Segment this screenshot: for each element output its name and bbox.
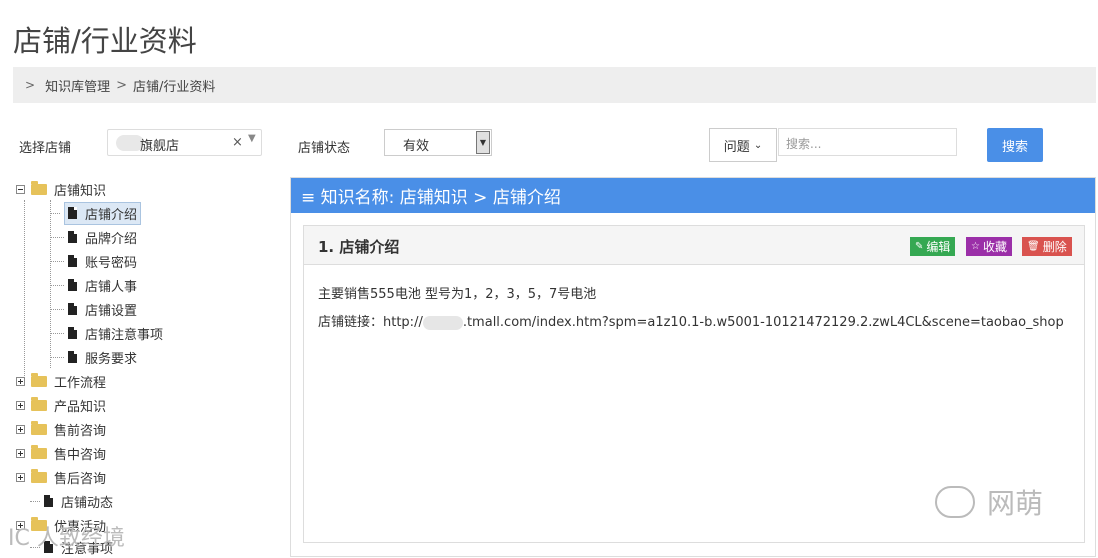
folder-icon — [31, 420, 47, 435]
chevron-down-icon[interactable]: ▼ — [248, 133, 256, 144]
tree-label: 账号密码 — [85, 255, 138, 271]
document-icon — [68, 207, 77, 219]
expand-icon[interactable] — [16, 400, 25, 410]
search-type-value: 问题 — [723, 139, 750, 155]
tree-label: 店铺人事 — [85, 279, 138, 295]
tree-item-account[interactable]: 账号密码 — [50, 250, 137, 272]
document-icon — [68, 255, 77, 267]
watermark-left: IC 人致经境 — [8, 526, 125, 551]
folder-icon — [31, 468, 47, 483]
status-value: 有效 — [403, 139, 430, 154]
collapse-icon[interactable] — [16, 184, 25, 194]
tree-label: 品牌介绍 — [85, 231, 138, 247]
edit-icon: ✎ — [915, 241, 924, 252]
edit-label: 编辑 — [926, 240, 951, 254]
tree-folder-presale[interactable]: 售前咨询 — [16, 418, 106, 440]
tree-label: 店铺注意事项 — [85, 327, 164, 343]
search-type-dropdown[interactable]: 问题 ⌄ — [709, 128, 777, 162]
tree-label: 售前咨询 — [54, 423, 107, 439]
folder-icon — [31, 444, 47, 459]
favorite-button[interactable]: ☆ 收藏 — [966, 237, 1012, 256]
tree-label: 产品知识 — [54, 399, 107, 415]
document-icon — [68, 327, 77, 339]
tree-item-shop-news[interactable]: 店铺动态 — [30, 490, 113, 512]
breadcrumb-separator: > — [116, 77, 127, 93]
delete-label: 删除 — [1042, 240, 1067, 254]
document-icon — [68, 231, 77, 243]
redacted-domain — [422, 315, 463, 330]
status-select[interactable]: 有效 ▼ — [384, 129, 492, 156]
shop-label: 选择店铺 — [19, 141, 72, 156]
chevron-right-icon: > — [25, 78, 36, 92]
favorite-label: 收藏 — [982, 240, 1007, 254]
tree-item-staff[interactable]: 店铺人事 — [50, 274, 137, 296]
edit-button[interactable]: ✎ 编辑 — [910, 237, 956, 256]
watermark: 网萌 — [935, 482, 1043, 522]
expand-icon[interactable] — [16, 448, 25, 458]
tree-folder-shop-knowledge[interactable]: 店铺知识 — [16, 178, 106, 200]
tree-item-notes[interactable]: 店铺注意事项 — [50, 322, 163, 344]
expand-icon[interactable] — [16, 424, 25, 434]
wechat-icon — [935, 486, 975, 518]
shop-select[interactable]: 旗舰店 × ▼ — [107, 129, 262, 156]
link-suffix[interactable]: .tmall.com/index.htm?spm=a1z10.1-b.w5001… — [463, 315, 1064, 330]
trash-icon: 🗑 — [1027, 241, 1040, 252]
delete-button[interactable]: 🗑 删除 — [1022, 237, 1072, 256]
clear-icon[interactable]: × — [232, 135, 243, 150]
document-icon — [68, 279, 77, 291]
panel-header: ≡ 知识名称: 店铺知识 > 店铺介绍 — [291, 178, 1095, 213]
tree-label: 店铺设置 — [85, 303, 138, 319]
document-icon — [68, 351, 77, 363]
tree-label: 售中咨询 — [54, 447, 107, 463]
document-icon — [44, 495, 53, 507]
search-button[interactable]: 搜索 — [987, 128, 1043, 162]
card-header: 1. 店铺介绍 ✎ 编辑 ☆ 收藏 🗑 删除 — [304, 226, 1084, 265]
folder-icon — [31, 180, 47, 195]
chevron-down-icon: ⌄ — [753, 139, 763, 151]
expand-icon[interactable] — [16, 472, 25, 482]
folder-icon — [31, 372, 47, 387]
dropdown-arrow-icon[interactable]: ▼ — [476, 131, 490, 154]
tree-item-service[interactable]: 服务要求 — [50, 346, 137, 368]
breadcrumb-item-kb[interactable]: 知识库管理 — [45, 76, 110, 95]
document-icon — [68, 303, 77, 315]
star-icon: ☆ — [971, 241, 980, 252]
shop-value: 旗舰店 — [140, 139, 180, 154]
watermark-text: 网萌 — [987, 487, 1044, 520]
card-title: 1. 店铺介绍 — [318, 238, 400, 256]
content-line-1: 主要销售555电池 型号为1，2，3，5，7号电池 — [318, 287, 597, 302]
tree-item-settings[interactable]: 店铺设置 — [50, 298, 137, 320]
folder-icon — [31, 396, 47, 411]
tree-folder-product[interactable]: 产品知识 — [16, 394, 106, 416]
tree-label: 店铺介绍 — [85, 207, 138, 223]
tree-item-shop-intro[interactable]: 店铺介绍 — [50, 201, 142, 225]
tree-label: 工作流程 — [54, 375, 107, 391]
tree-label: 售后咨询 — [54, 471, 107, 487]
tree-folder-aftersale[interactable]: 售后咨询 — [16, 466, 106, 488]
status-label: 店铺状态 — [298, 141, 351, 156]
link-prefix: 店铺链接：http:// — [318, 315, 423, 330]
tree-folder-workflow[interactable]: 工作流程 — [16, 370, 106, 392]
search-input[interactable]: 搜索... — [778, 128, 957, 156]
expand-icon[interactable] — [16, 376, 25, 386]
page-title: 店铺/行业资料 — [13, 24, 197, 58]
tree-label: 店铺动态 — [61, 495, 114, 511]
tree-label: 店铺知识 — [54, 183, 107, 199]
tree-item-brand-intro[interactable]: 品牌介绍 — [50, 226, 137, 248]
content-line-2: 店铺链接：http:// .tmall.com/index.htm?spm=a1z… — [318, 309, 1070, 337]
tree-label: 服务要求 — [85, 351, 138, 367]
tree-folder-insale[interactable]: 售中咨询 — [16, 442, 106, 464]
breadcrumb-item-current: 店铺/行业资料 — [132, 79, 216, 95]
card-body: 主要销售555电池 型号为1，2，3，5，7号电池 店铺链接：http:// .t… — [304, 265, 1084, 353]
breadcrumb: > 知识库管理 > 店铺/行业资料 — [13, 67, 1096, 103]
